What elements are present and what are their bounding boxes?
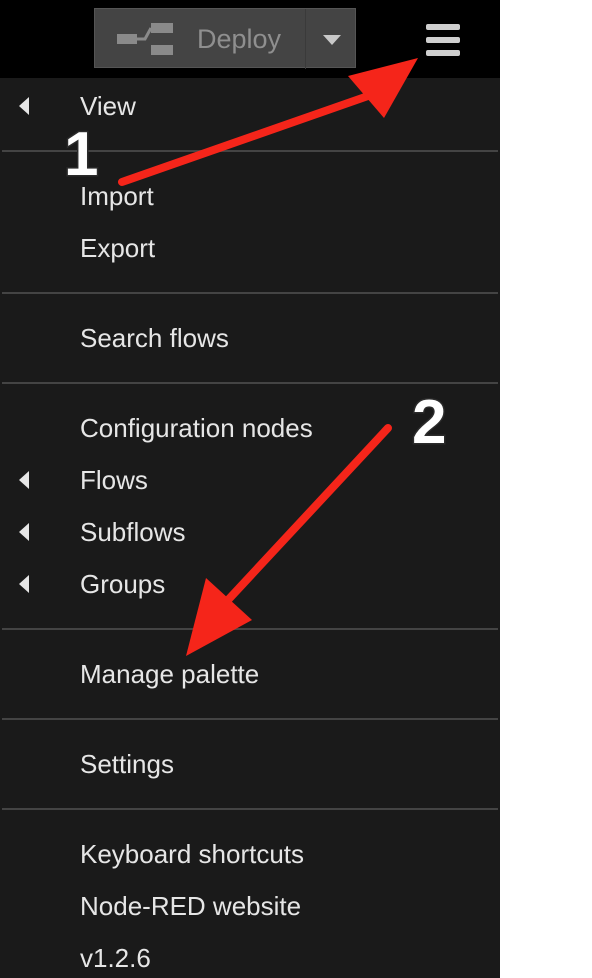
hamburger-menu-icon[interactable]: [420, 20, 468, 60]
menu-item-version: v1.2.6: [0, 932, 500, 978]
menu-item-label: Settings: [80, 749, 174, 779]
deploy-flow-icon: [117, 23, 173, 55]
menu-item-search-flows[interactable]: Search flows: [0, 312, 500, 364]
hamburger-bar: [426, 24, 460, 30]
deploy-button[interactable]: Deploy: [94, 8, 356, 69]
step-2-label: 2: [410, 388, 448, 457]
menu-item-label: Node-RED website: [80, 891, 302, 921]
step-1-label: 1: [62, 120, 100, 189]
hamburger-bar: [426, 37, 460, 43]
menu-divider: [2, 628, 498, 630]
menu-item-node-red-website[interactable]: Node-RED website: [0, 880, 500, 932]
hamburger-bar: [426, 50, 460, 56]
menu-item-manage-palette[interactable]: Manage palette: [0, 648, 500, 700]
deploy-label: Deploy: [197, 24, 282, 54]
menu-item-label: Keyboard shortcuts: [80, 839, 305, 869]
menu-item-export[interactable]: Export: [0, 222, 500, 274]
submenu-left-arrow-icon: [19, 523, 29, 541]
submenu-left-arrow-icon: [19, 575, 29, 593]
menu-item-label: Configuration nodes: [80, 413, 313, 443]
submenu-left-arrow-icon: [19, 471, 29, 489]
submenu-left-arrow-icon: [19, 97, 29, 115]
menu-divider: [2, 808, 498, 810]
menu-item-subflows[interactable]: Subflows: [0, 506, 500, 558]
screenshot-root: Deploy View Import Export Search flows C…: [0, 0, 592, 978]
deploy-divider: [305, 9, 306, 69]
menu-divider: [2, 292, 498, 294]
menu-item-label: Subflows: [80, 517, 186, 547]
menu-item-groups[interactable]: Groups: [0, 558, 500, 610]
header-bar: Deploy: [0, 0, 500, 78]
menu-item-settings[interactable]: Settings: [0, 738, 500, 790]
menu-divider: [2, 718, 498, 720]
menu-item-label: Flows: [80, 465, 148, 495]
version-label: v1.2.6: [80, 943, 151, 973]
menu-item-keyboard-shortcuts[interactable]: Keyboard shortcuts: [0, 828, 500, 880]
menu-item-label: Manage palette: [80, 659, 260, 689]
menu-item-label: Export: [80, 233, 156, 263]
chevron-down-icon[interactable]: [323, 35, 341, 45]
menu-item-label: Groups: [80, 569, 166, 599]
menu-divider: [2, 382, 498, 384]
menu-item-flows[interactable]: Flows: [0, 454, 500, 506]
main-menu: View Import Export Search flows Configur…: [0, 78, 500, 978]
menu-item-label: Search flows: [80, 323, 229, 353]
